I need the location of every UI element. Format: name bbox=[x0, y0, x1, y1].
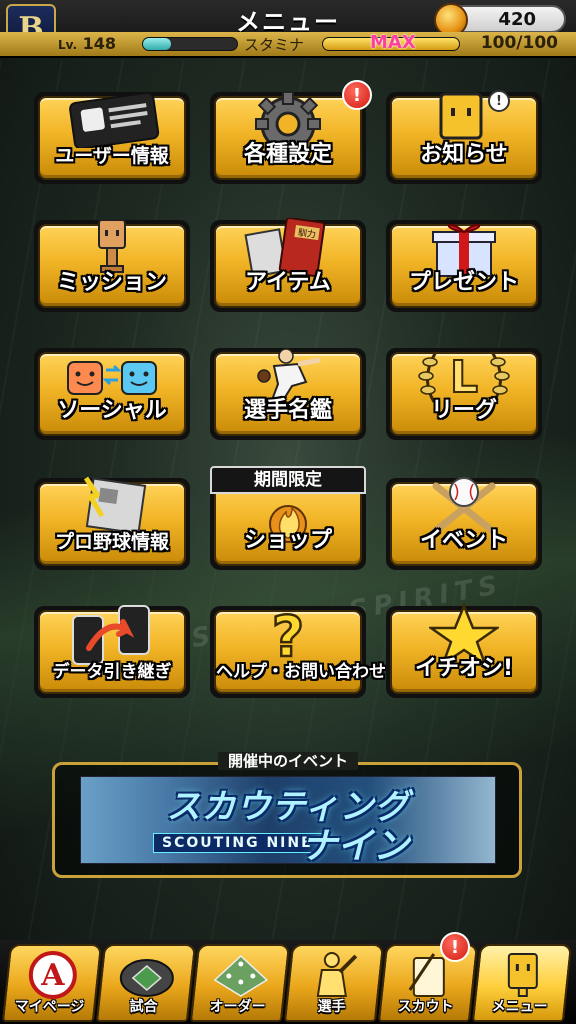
mission-label: ミッション bbox=[56, 270, 167, 295]
help-contact-button[interactable]: ? ヘルプ・お問い合わせ bbox=[210, 604, 386, 698]
field-formation-icon bbox=[213, 954, 269, 997]
player-directory-button[interactable]: 選手名鑑 bbox=[210, 348, 366, 440]
event-banner-english-text: SCOUTING NINE bbox=[153, 833, 322, 853]
data-transfer-label: データ引き継ぎ bbox=[52, 662, 172, 682]
bottom-navigation: A マイページ 試合 オーダー 選手 スカウト ! メニュー bbox=[0, 932, 576, 1024]
league-label: リーグ bbox=[430, 398, 497, 423]
coin-counter[interactable]: 420 bbox=[434, 3, 566, 37]
speech-bubble-icon: ! bbox=[488, 90, 510, 112]
notices-plate: お知らせ bbox=[390, 92, 538, 180]
social-faces-icon bbox=[67, 361, 157, 395]
pro-baseball-info-button[interactable]: プロ野球情報 bbox=[34, 476, 190, 570]
shop-label: ショップ bbox=[243, 528, 332, 553]
nav-mypage[interactable]: A マイページ bbox=[1, 944, 103, 1022]
mission-plate: ミッション bbox=[38, 219, 186, 308]
help-contact-plate: ? ヘルプ・お問い合わせ bbox=[214, 604, 386, 694]
pro-baseball-info-plate: プロ野球情報 bbox=[38, 476, 186, 566]
coin-count: 420 bbox=[498, 9, 536, 30]
event-banner-sub-text: ナイン bbox=[301, 826, 410, 864]
user-info-label: ユーザー情報 bbox=[55, 145, 169, 167]
nav-order-label: オーダー bbox=[209, 999, 266, 1015]
league-plate: L リーグ bbox=[390, 351, 538, 436]
stamina-max-label: MAX bbox=[370, 32, 416, 53]
nav-player[interactable]: 選手 bbox=[283, 944, 385, 1022]
active-event-heading-text: 開催中のイベント bbox=[217, 752, 358, 770]
event-banner-main-text: スカウティング bbox=[166, 787, 410, 827]
social-label: ソーシャル bbox=[57, 398, 167, 423]
level-indicator: Lv. 148 bbox=[58, 34, 116, 53]
nav-match[interactable]: 試合 bbox=[95, 944, 197, 1022]
nav-order[interactable]: オーダー bbox=[189, 944, 291, 1022]
event-plate: イベント bbox=[390, 477, 538, 566]
help-contact-label: ヘルプ・お問い合わせ bbox=[216, 662, 386, 682]
notices-label: お知らせ bbox=[420, 142, 508, 167]
stamina-value: 100/100 bbox=[480, 33, 558, 53]
settings-plate: 各種設定 bbox=[214, 91, 362, 180]
item-label: アイテム bbox=[245, 270, 331, 295]
social-plate: ソーシャル bbox=[38, 352, 186, 436]
mission-button[interactable]: ミッション bbox=[34, 219, 190, 312]
recommend-plate: イチオシ! bbox=[390, 604, 538, 694]
active-event-heading: 開催中のイベント bbox=[0, 750, 576, 771]
stadium-icon bbox=[119, 959, 174, 997]
data-transfer-plate: データ引き継ぎ bbox=[38, 605, 186, 694]
limited-time-tag: 期間限定 bbox=[210, 466, 366, 494]
event-button[interactable]: イベント bbox=[386, 477, 542, 570]
nav-scout-label: スカウト bbox=[397, 999, 454, 1015]
user-info-plate: ユーザー情報 bbox=[38, 91, 186, 180]
level-prefix: Lv. bbox=[58, 38, 78, 52]
exp-gauge-fill bbox=[143, 38, 172, 50]
data-transfer-button[interactable]: データ引き継ぎ bbox=[34, 605, 190, 698]
recommend-button[interactable]: イチオシ! bbox=[386, 604, 542, 698]
settings-label: 各種設定 bbox=[243, 142, 332, 167]
player-directory-label: 選手名鑑 bbox=[243, 398, 332, 423]
scout-alert-badge: ! bbox=[440, 932, 470, 962]
league-button[interactable]: L リーグ bbox=[386, 348, 542, 440]
level-value: 148 bbox=[82, 34, 117, 53]
header-bar: B メニュー 420 Lv. 148 スタミナ MAX 100/100 bbox=[0, 0, 576, 58]
recommend-label: イチオシ! bbox=[414, 656, 514, 681]
mascot-box-small-icon bbox=[507, 953, 538, 997]
item-plate: 馴力 アイテム bbox=[214, 218, 362, 308]
nav-mypage-label: マイページ bbox=[14, 999, 85, 1015]
shop-plate: ショップ bbox=[214, 482, 362, 566]
nav-menu-label: メニュー bbox=[491, 999, 548, 1015]
present-plate: プレゼント bbox=[390, 223, 538, 308]
nav-menu[interactable]: メニュー bbox=[471, 944, 573, 1022]
nav-match-label: 試合 bbox=[129, 999, 158, 1015]
present-label: プレゼント bbox=[408, 270, 519, 295]
notices-button[interactable]: お知らせ ! bbox=[386, 90, 542, 184]
player-directory-plate: 選手名鑑 bbox=[214, 348, 362, 436]
team-a-logo-icon: A bbox=[28, 951, 77, 999]
nav-player-label: 選手 bbox=[317, 999, 346, 1015]
batter-silhouette-icon bbox=[316, 952, 358, 997]
mypage-letter: A bbox=[40, 958, 65, 993]
event-label: イベント bbox=[419, 528, 508, 553]
exp-gauge bbox=[142, 37, 238, 51]
social-button[interactable]: ソーシャル bbox=[34, 348, 190, 440]
pro-baseball-info-label: プロ野球情報 bbox=[54, 531, 169, 553]
stamina-label: スタミナ bbox=[244, 36, 305, 54]
settings-button[interactable]: 各種設定 ! bbox=[210, 80, 372, 184]
user-info-button[interactable]: ユーザー情報 bbox=[34, 91, 190, 184]
id-card-icon bbox=[69, 91, 160, 148]
present-button[interactable]: プレゼント bbox=[386, 220, 542, 312]
item-button[interactable]: 馴力 アイテム bbox=[210, 218, 366, 312]
level-stamina-bar: Lv. 148 スタミナ MAX 100/100 bbox=[0, 32, 576, 56]
settings-alert-badge: ! bbox=[342, 80, 372, 110]
scouting-nine-event-banner[interactable]: スカウティング SCOUTING NINE ナイン bbox=[80, 776, 496, 864]
